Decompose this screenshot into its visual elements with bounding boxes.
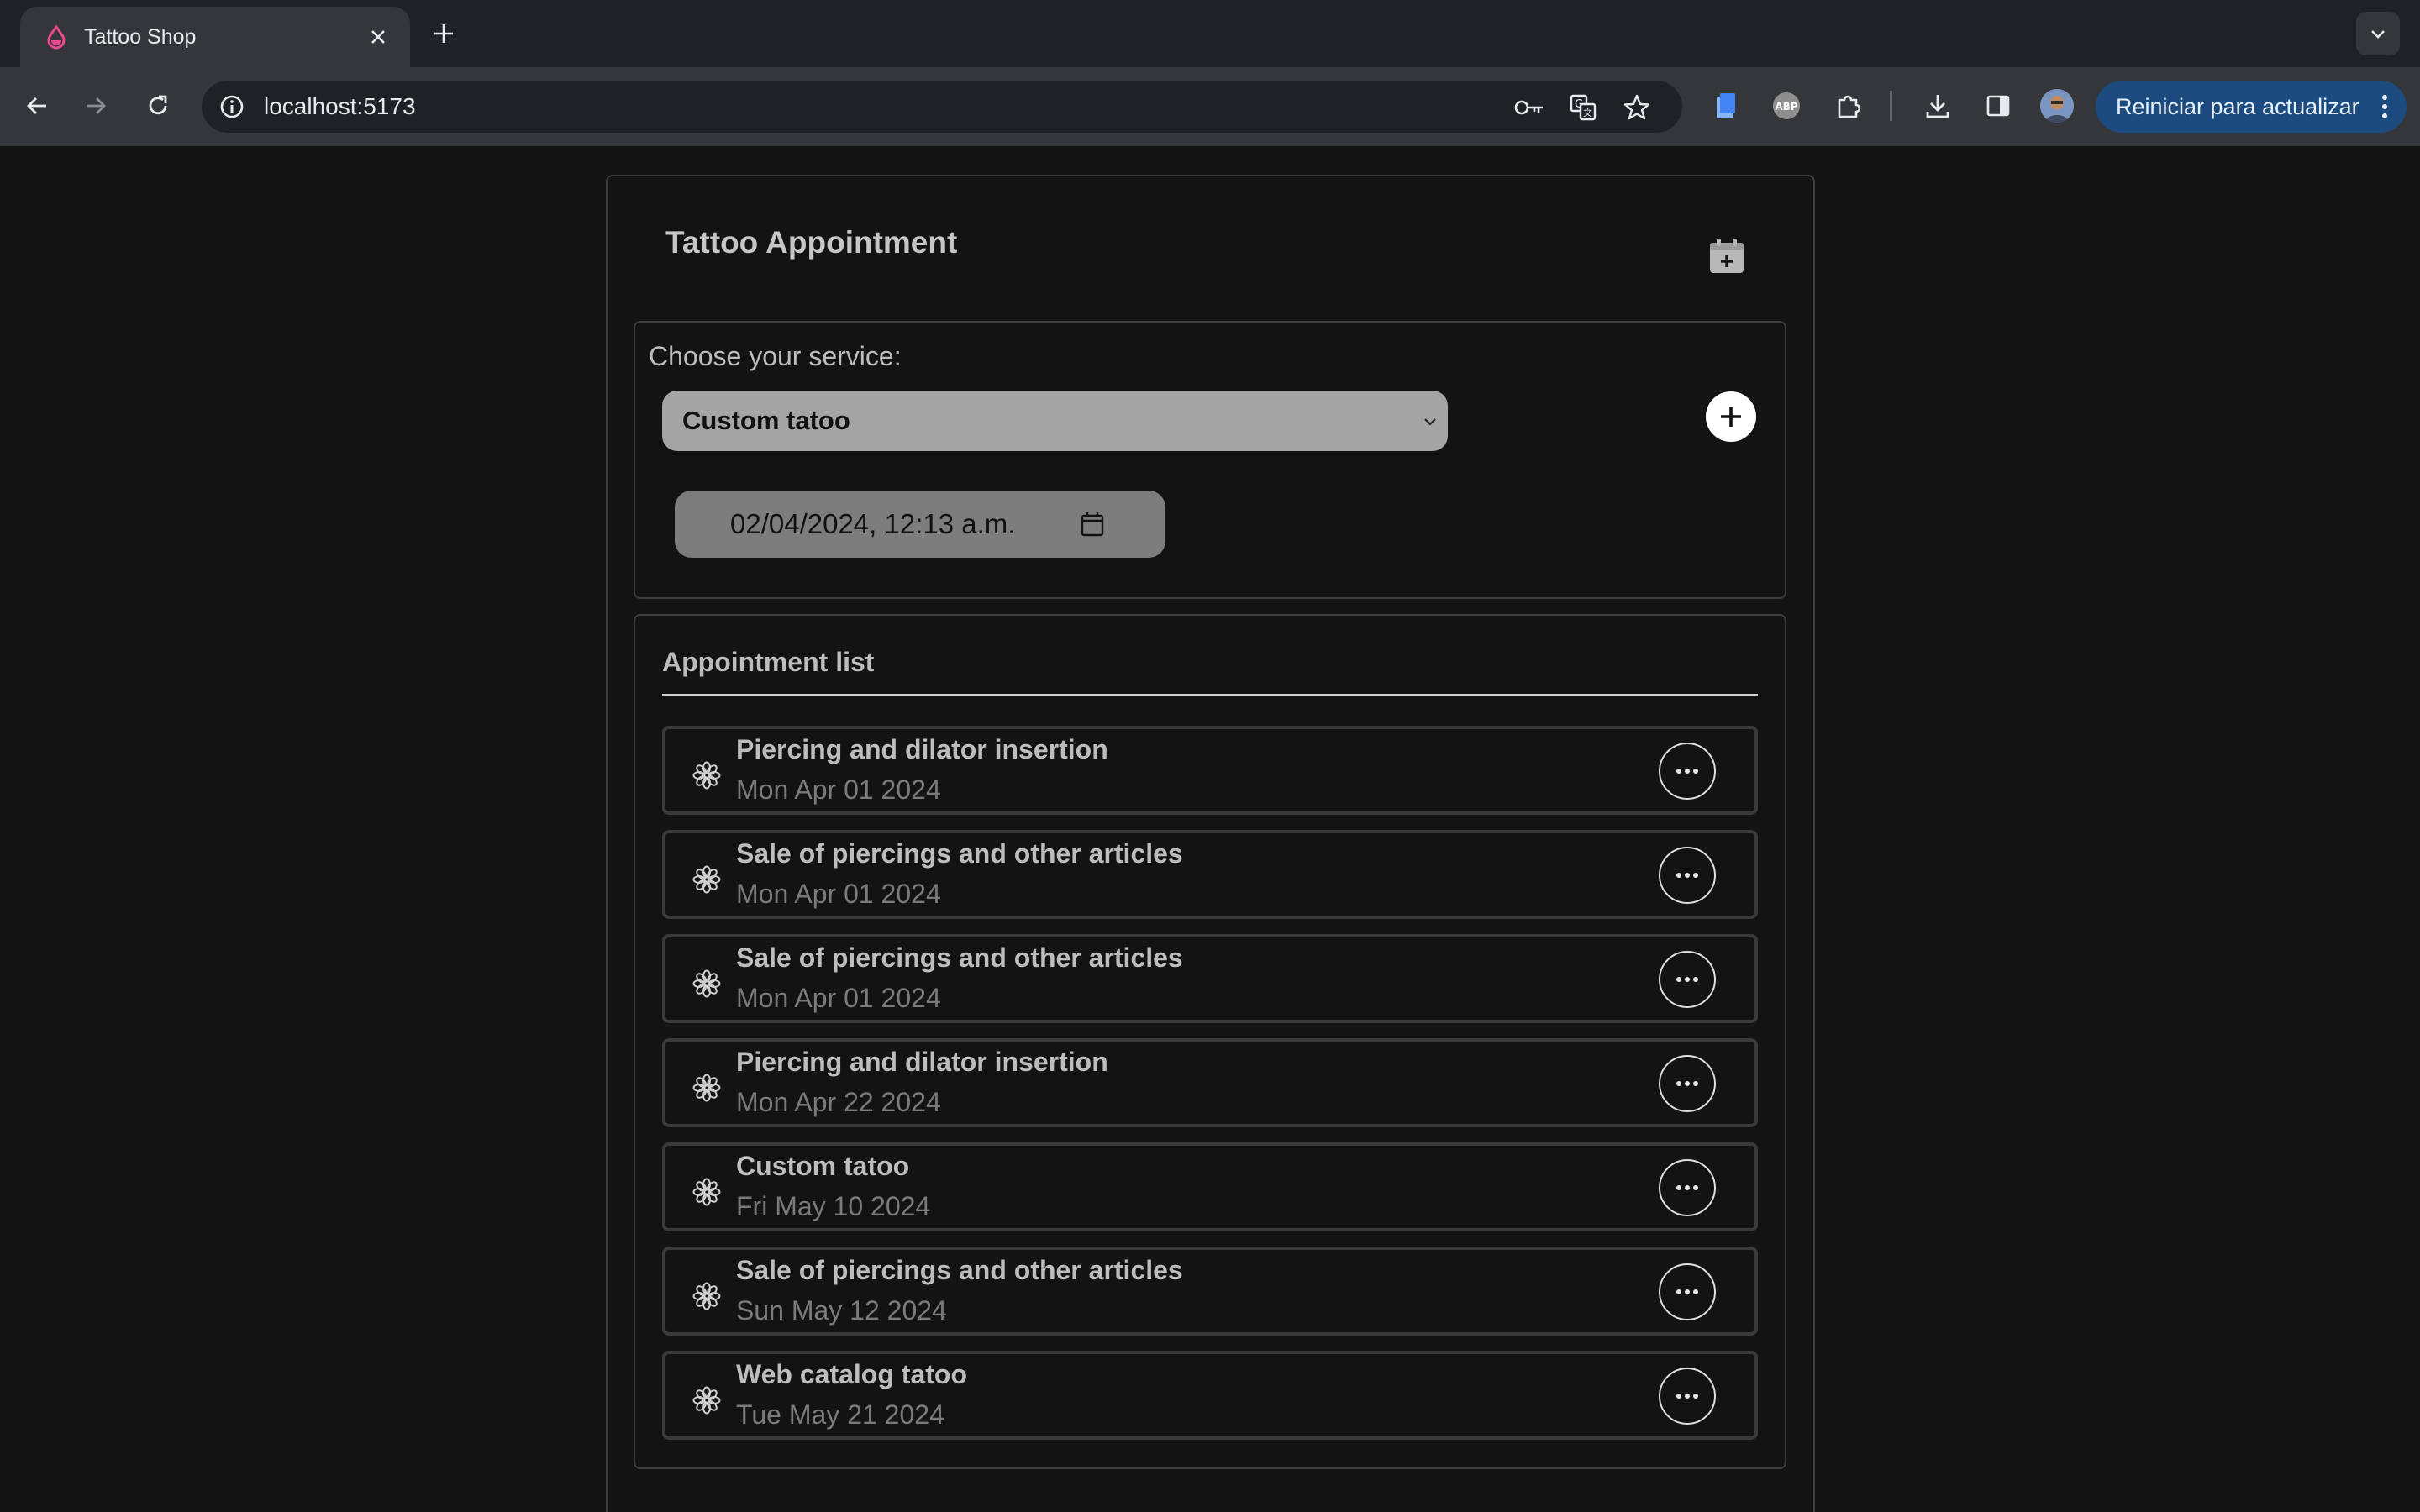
more-horizontal-icon	[1675, 976, 1700, 983]
side-panel-icon[interactable]	[1981, 89, 2015, 123]
flower-icon	[692, 865, 721, 894]
svg-text:文: 文	[1583, 107, 1592, 118]
appointment-item[interactable]: Web catalog tatoo Tue May 21 2024	[662, 1351, 1758, 1440]
adblock-extension-icon[interactable]: ABP	[1770, 89, 1803, 123]
svg-text:ABP: ABP	[1775, 101, 1797, 113]
appointment-item[interactable]: Piercing and dilator insertion Mon Apr 01…	[662, 726, 1758, 815]
restart-to-update-button[interactable]: Reiniciar para actualizar	[2096, 81, 2407, 133]
appointment-title: Sale of piercings and other articles	[736, 838, 1183, 869]
flower-icon	[692, 1178, 721, 1206]
appointment-title: Sale of piercings and other articles	[736, 942, 1183, 973]
reload-icon[interactable]	[139, 87, 176, 124]
more-options-button[interactable]	[1659, 1263, 1716, 1320]
password-key-icon[interactable]	[1514, 92, 1544, 123]
appointment-date: Mon Apr 01 2024	[736, 879, 941, 909]
service-select[interactable]: Custom tatoo	[662, 391, 1448, 451]
extensions-puzzle-icon[interactable]	[1832, 89, 1865, 123]
more-options-button[interactable]	[1659, 951, 1716, 1008]
appointment-title: Web catalog tatoo	[736, 1359, 967, 1389]
tab-title: Tattoo Shop	[84, 24, 197, 49]
appointment-date: Mon Apr 22 2024	[736, 1087, 941, 1117]
appointment-date: Tue May 21 2024	[736, 1399, 944, 1430]
close-tab-icon[interactable]	[363, 22, 393, 52]
add-appointment-button[interactable]	[1706, 391, 1756, 442]
selected-service-text: Custom tatoo	[682, 406, 850, 435]
forward-arrow-icon[interactable]	[77, 87, 114, 124]
appointment-item[interactable]: Piercing and dilator insertion Mon Apr 22…	[662, 1038, 1758, 1127]
downloads-icon[interactable]	[1921, 89, 1954, 123]
flower-icon	[692, 761, 721, 790]
drop-favicon-icon	[44, 24, 69, 50]
more-horizontal-icon	[1675, 1184, 1700, 1191]
flower-icon	[692, 1386, 721, 1415]
address-bar[interactable]: localhost:5173 G文	[202, 81, 1682, 133]
url-text: localhost:5173	[264, 93, 416, 119]
kebab-menu-icon[interactable]	[2381, 94, 2388, 119]
more-horizontal-icon	[1675, 1080, 1700, 1087]
flower-icon	[692, 969, 721, 998]
datetime-value: 02/04/2024, 12:13 a.m.	[730, 508, 1016, 539]
new-tab-plus-icon[interactable]	[427, 17, 460, 50]
appointment-item[interactable]: Sale of piercings and other articles Sun …	[662, 1247, 1758, 1336]
more-options-button[interactable]	[1659, 1055, 1716, 1112]
appointment-item[interactable]: Sale of piercings and other articles Mon …	[662, 830, 1758, 919]
toolbar-separator	[1890, 91, 1892, 121]
page-title: Tattoo Appointment	[666, 225, 958, 260]
appointment-date: Mon Apr 01 2024	[736, 774, 941, 805]
extension-docs-icon[interactable]	[1709, 89, 1743, 123]
more-options-button[interactable]	[1659, 1159, 1716, 1216]
chevron-down-icon	[1421, 412, 1439, 431]
appointment-item[interactable]: Sale of piercings and other articles Mon …	[662, 934, 1758, 1023]
more-options-button[interactable]	[1659, 847, 1716, 904]
browser-tab-active[interactable]: Tattoo Shop	[20, 7, 410, 67]
appointment-item[interactable]: Custom tatoo Fri May 10 2024	[662, 1142, 1758, 1231]
more-horizontal-icon	[1675, 1289, 1700, 1295]
appointment-title: Sale of piercings and other articles	[736, 1255, 1183, 1285]
tab-search-chevron-icon[interactable]	[2356, 12, 2400, 55]
datetime-input[interactable]: 02/04/2024, 12:13 a.m.	[675, 491, 1165, 558]
appointment-date: Mon Apr 01 2024	[736, 983, 941, 1013]
more-horizontal-icon	[1675, 1393, 1700, 1399]
appointment-list-title: Appointment list	[662, 647, 875, 677]
plus-icon	[1716, 402, 1746, 432]
appointment-title: Piercing and dilator insertion	[736, 1047, 1108, 1077]
appointment-date: Fri May 10 2024	[736, 1191, 931, 1221]
list-divider	[662, 694, 1758, 696]
calendar-picker-icon[interactable]	[1080, 511, 1105, 538]
bookmark-star-icon[interactable]	[1622, 92, 1652, 123]
appointment-title: Piercing and dilator insertion	[736, 734, 1108, 764]
service-label: Choose your service:	[649, 341, 902, 371]
back-arrow-icon[interactable]	[18, 87, 55, 124]
restart-label: Reiniciar para actualizar	[2116, 93, 2360, 119]
translate-icon[interactable]: G文	[1568, 92, 1598, 123]
appointment-title: Custom tatoo	[736, 1151, 910, 1181]
more-options-button[interactable]	[1659, 1368, 1716, 1425]
flower-icon	[692, 1282, 721, 1310]
more-horizontal-icon	[1675, 872, 1700, 879]
site-info-icon[interactable]	[217, 92, 247, 122]
more-horizontal-icon	[1675, 768, 1700, 774]
flower-icon	[692, 1074, 721, 1102]
appointment-date: Sun May 12 2024	[736, 1295, 947, 1326]
more-options-button[interactable]	[1659, 743, 1716, 800]
profile-avatar[interactable]	[2040, 89, 2074, 123]
calendar-add-icon[interactable]	[1706, 235, 1748, 277]
